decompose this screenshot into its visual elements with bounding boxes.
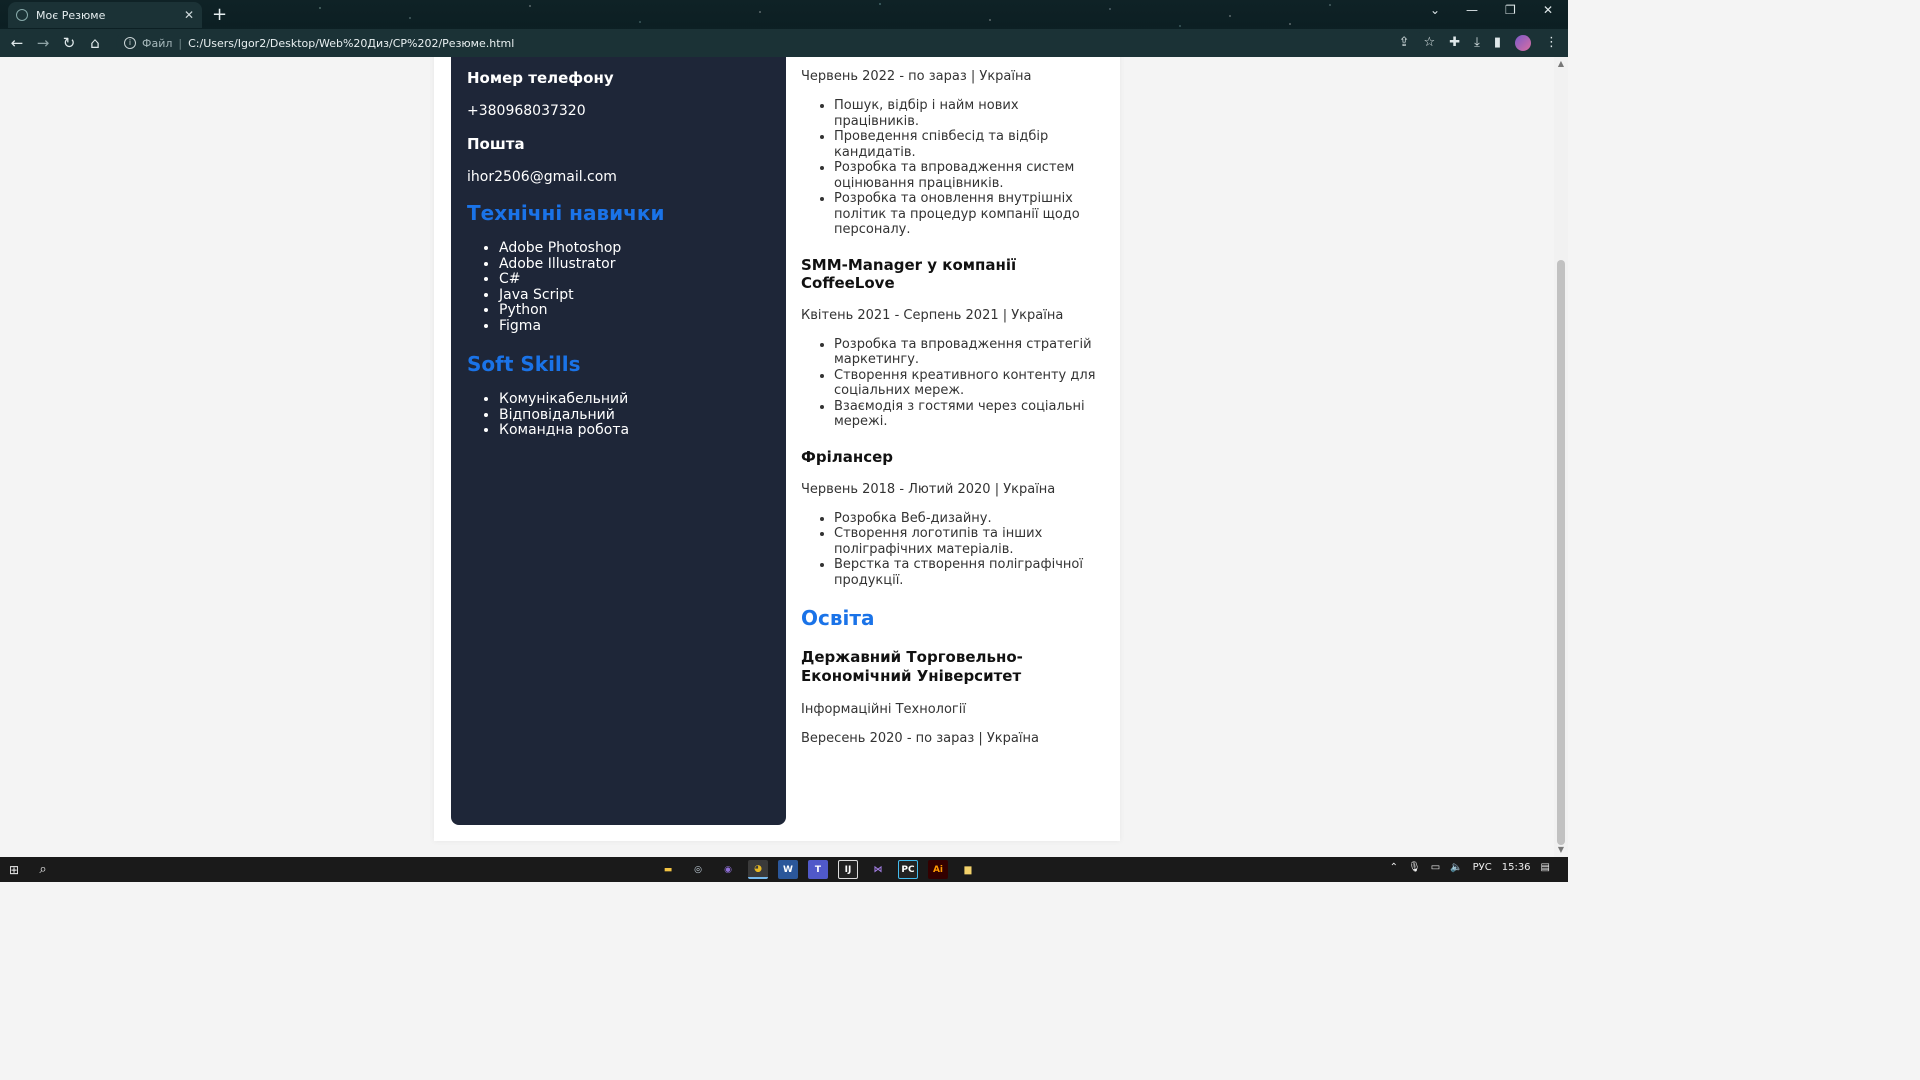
bookmark-star-icon[interactable]: ☆ bbox=[1424, 35, 1436, 51]
close-tab-icon[interactable]: ✕ bbox=[184, 8, 194, 22]
jetbrains-icon[interactable]: IJ bbox=[838, 860, 858, 879]
page-viewport: Номер телефону +380968037320 Пошта ihor2… bbox=[0, 57, 1554, 857]
list-item: Розробка та впровадження стратегій марке… bbox=[834, 337, 1101, 368]
list-item: Розробка Веб-дизайну. bbox=[834, 511, 1101, 527]
chrome-icon[interactable]: ◕ bbox=[748, 860, 768, 879]
download-icon[interactable]: ⤓ bbox=[1474, 35, 1480, 51]
close-window-button[interactable]: ✕ bbox=[1543, 3, 1553, 17]
info-icon[interactable]: i bbox=[124, 37, 136, 49]
visual-studio-icon[interactable]: ⋈ bbox=[868, 860, 888, 879]
resume-card: Номер телефону +380968037320 Пошта ihor2… bbox=[434, 57, 1120, 841]
windows-taskbar: ⊞ ⌕ ▬ ◎ ◉ ◕ W T IJ ⋈ PC Ai ▆ ⌃ 🎙 ▭ 🔈 РУС… bbox=[0, 857, 1568, 882]
job-duties-list: Розробка Веб-дизайну. Створення логотипі… bbox=[801, 511, 1101, 589]
forward-arrow-icon[interactable]: → bbox=[30, 34, 56, 52]
education-institution: Державний Торговельно-Економічний Універ… bbox=[801, 648, 1023, 685]
browser-toolbar: ← → ↻ ⌂ i Файл | C:/Users/Igor2/Desktop/… bbox=[0, 29, 1568, 57]
list-item: Adobe Illustrator bbox=[499, 256, 770, 273]
system-tray: ⌃ 🎙 ▭ 🔈 РУС 15:36 ▤ bbox=[1390, 862, 1550, 873]
list-item: Взаємодія з гостями через соціальні мере… bbox=[834, 399, 1101, 430]
network-icon[interactable]: ▭ bbox=[1431, 862, 1440, 873]
steam-icon[interactable]: ◎ bbox=[688, 860, 708, 879]
job-title: SMM-Manager у компанії CoffeeLove bbox=[801, 255, 1017, 292]
toolbar-actions: ⇪ ☆ ✚ ⤓ ▮ ⋮ bbox=[1399, 35, 1558, 51]
list-item: Створення логотипів та інших поліграфічн… bbox=[834, 526, 1101, 557]
search-icon[interactable]: ⌕ bbox=[28, 862, 58, 877]
windows-start-icon[interactable]: ⊞ bbox=[0, 863, 28, 877]
list-item: Пошук, відбір і найм нових працівників. bbox=[834, 98, 1101, 129]
new-tab-button[interactable]: + bbox=[212, 4, 227, 25]
education-field: Інформаційні Технології bbox=[801, 702, 966, 717]
share-icon[interactable]: ⇪ bbox=[1399, 35, 1410, 51]
education-heading: Освіта bbox=[801, 606, 875, 630]
menu-kebab-icon[interactable]: ⋮ bbox=[1545, 35, 1558, 51]
restore-button[interactable]: ❐ bbox=[1505, 3, 1516, 17]
phone-heading: Номер телефону bbox=[467, 69, 614, 87]
chevron-up-icon[interactable]: ⌃ bbox=[1390, 862, 1398, 873]
teams-icon[interactable]: T bbox=[808, 860, 828, 879]
resume-sidebar: Номер телефону +380968037320 Пошта ihor2… bbox=[451, 57, 786, 825]
email-address: ihor2506@gmail.com bbox=[467, 169, 617, 185]
list-item: Розробка та оновлення внутрішніх політик… bbox=[834, 191, 1101, 238]
list-item: Java Script bbox=[499, 287, 770, 304]
file-explorer-icon[interactable]: ▬ bbox=[658, 860, 678, 879]
reload-icon[interactable]: ↻ bbox=[56, 34, 82, 52]
job-duties-list: Розробка та впровадження стратегій марке… bbox=[801, 337, 1101, 430]
scroll-up-icon[interactable]: ▲ bbox=[1554, 57, 1568, 71]
globe-icon bbox=[16, 9, 28, 21]
education-date: Вересень 2020 - по зараз | Україна bbox=[801, 731, 1039, 746]
tab-title: Моє Резюме bbox=[36, 8, 106, 22]
browser-titlebar: Моє Резюме ✕ + ⌄ — ❐ ✕ ← → ↻ ⌂ i Файл | … bbox=[0, 0, 1568, 57]
illustrator-icon[interactable]: Ai bbox=[928, 860, 948, 879]
soft-skills-list: Комунікабельний Відповідальний Командна … bbox=[467, 391, 770, 439]
soft-skills-heading: Soft Skills bbox=[467, 352, 581, 376]
clock[interactable]: 15:36 bbox=[1502, 862, 1531, 873]
scrollbar-thumb[interactable] bbox=[1557, 260, 1565, 845]
list-item: Командна робота bbox=[499, 422, 770, 439]
profile-avatar[interactable] bbox=[1515, 35, 1531, 51]
language-indicator[interactable]: РУС bbox=[1473, 862, 1492, 873]
job-date: Червень 2022 - по зараз | Україна bbox=[801, 69, 1032, 84]
scroll-down-icon[interactable]: ▼ bbox=[1554, 843, 1568, 857]
url-separator: | bbox=[178, 36, 183, 50]
phone-number: +380968037320 bbox=[467, 103, 586, 119]
list-item: Створення креативного контенту для соціа… bbox=[834, 368, 1101, 399]
browser-tab[interactable]: Моє Резюме ✕ bbox=[8, 2, 202, 28]
list-item: Adobe Photoshop bbox=[499, 240, 770, 257]
home-icon[interactable]: ⌂ bbox=[82, 34, 108, 52]
resume-main: Червень 2022 - по зараз | Україна Пошук,… bbox=[801, 57, 1101, 760]
list-item: Відповідальний bbox=[499, 407, 770, 424]
microphone-icon[interactable]: 🎙 bbox=[1408, 862, 1421, 873]
url-scheme: Файл bbox=[142, 36, 173, 50]
word-icon[interactable]: W bbox=[778, 860, 798, 879]
tab-search-icon[interactable]: ⌄ bbox=[1430, 3, 1440, 17]
volume-icon[interactable]: 🔈 bbox=[1450, 862, 1462, 873]
list-item: Figma bbox=[499, 318, 770, 335]
back-arrow-icon[interactable]: ← bbox=[4, 34, 30, 52]
list-item: Проведення співбесід та відбір кандидаті… bbox=[834, 129, 1101, 160]
url-text: C:/Users/Igor2/Desktop/Web%20Диз/СР%202/… bbox=[188, 36, 515, 50]
extensions-icon[interactable]: ✚ bbox=[1449, 35, 1460, 51]
list-item: Розробка та впровадження систем оцінюван… bbox=[834, 160, 1101, 191]
list-item: C# bbox=[499, 271, 770, 288]
minimize-button[interactable]: — bbox=[1466, 3, 1478, 17]
list-item: Верстка та створення поліграфічної проду… bbox=[834, 557, 1101, 588]
list-item: Комунікабельний bbox=[499, 391, 770, 408]
job-date: Червень 2018 - Лютий 2020 | Україна bbox=[801, 481, 1056, 497]
tech-skills-heading: Технічні навички bbox=[467, 201, 665, 225]
tech-skills-list: Adobe Photoshop Adobe Illustrator C# Jav… bbox=[467, 240, 770, 335]
sidepanel-icon[interactable]: ▮ bbox=[1494, 35, 1501, 51]
job-date: Квітень 2021 - Серпень 2021 | Україна bbox=[801, 307, 1064, 323]
vertical-scrollbar[interactable]: ▲ ▼ bbox=[1554, 57, 1568, 857]
job-title: Фрілансер bbox=[801, 447, 894, 466]
pycharm-icon[interactable]: PC bbox=[898, 860, 918, 879]
viber-icon[interactable]: ◉ bbox=[718, 860, 738, 879]
job-duties-list: Пошук, відбір і найм нових працівників. … bbox=[801, 98, 1101, 238]
taskbar-apps: ▬ ◎ ◉ ◕ W T IJ ⋈ PC Ai ▆ bbox=[658, 860, 978, 879]
list-item: Python bbox=[499, 302, 770, 319]
notifications-icon[interactable]: ▤ bbox=[1541, 862, 1550, 873]
address-bar[interactable]: i Файл | C:/Users/Igor2/Desktop/Web%20Ди… bbox=[116, 31, 1426, 55]
sticky-notes-icon[interactable]: ▆ bbox=[958, 860, 978, 879]
email-heading: Пошта bbox=[467, 135, 525, 153]
